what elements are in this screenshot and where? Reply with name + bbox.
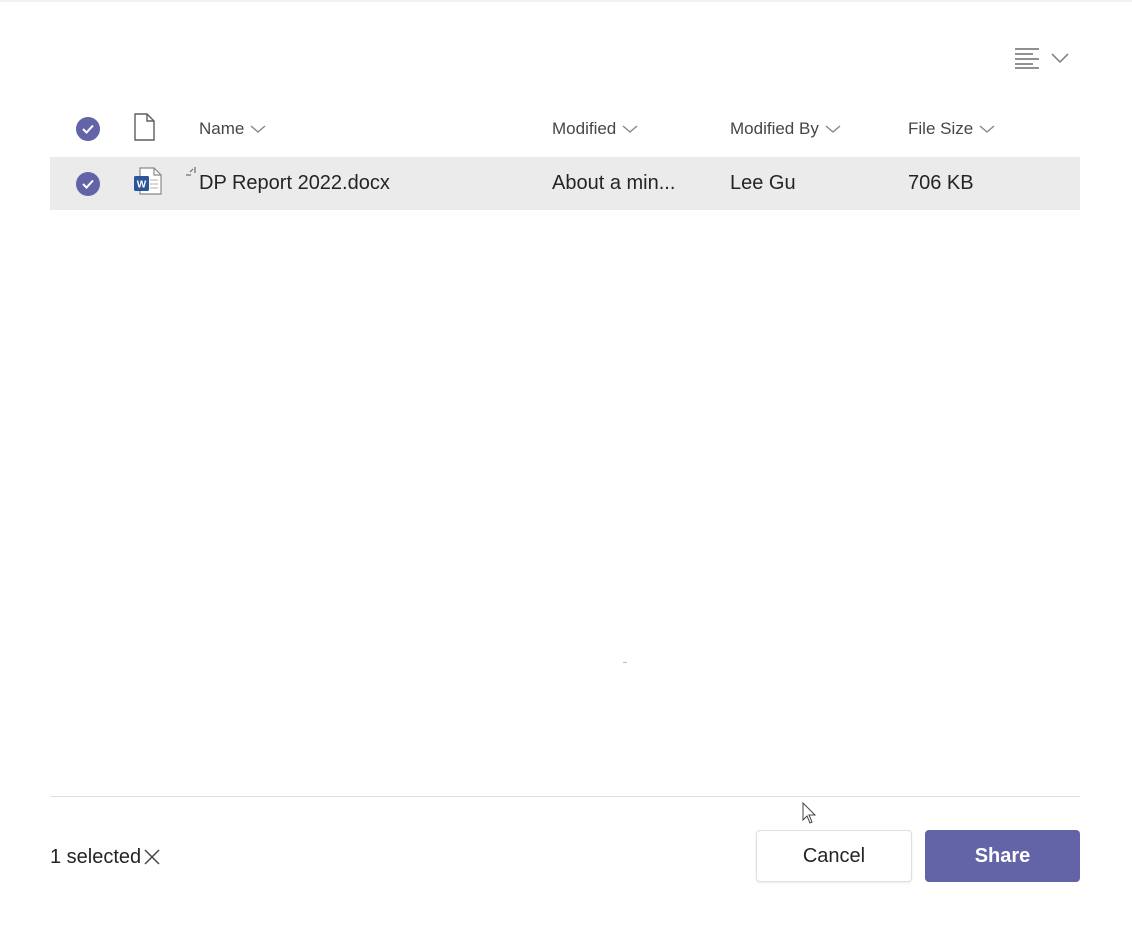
svg-text:W: W — [137, 179, 147, 190]
chevron-down-icon — [1050, 52, 1070, 64]
file-name-cell[interactable]: DP Report 2022.docx — [186, 157, 539, 210]
file-size-column-label: File Size — [908, 119, 974, 138]
modified-column-header[interactable]: Modified — [552, 104, 722, 154]
file-size-cell: 706 KB — [908, 157, 1068, 210]
share-file-dialog: Name Modified Modified By File Size W DP… — [0, 0, 1132, 936]
cancel-button-label: Cancel — [802, 844, 866, 867]
mouse-pointer-icon — [802, 801, 818, 831]
file-name: DP Report 2022.docx — [199, 172, 390, 194]
close-icon[interactable] — [143, 848, 161, 866]
check-circle-icon — [76, 117, 100, 141]
file-type-cell: W — [132, 157, 164, 210]
top-edge-divider — [0, 0, 1132, 2]
list-view-icon — [1014, 46, 1040, 70]
table-row[interactable]: W DP Report 2022.docx About a min... Lee… — [50, 157, 1080, 210]
modified-column-label: Modified — [552, 119, 617, 138]
check-circle-icon — [76, 171, 100, 196]
modified-by-value: Lee Gu — [730, 172, 796, 194]
chevron-down-icon — [819, 119, 841, 139]
name-column-header[interactable]: Name — [199, 104, 539, 154]
cancel-button[interactable]: Cancel — [756, 830, 912, 882]
file-type-column-header[interactable] — [132, 104, 164, 154]
share-button-label: Share — [974, 844, 1031, 867]
file-size-column-header[interactable]: File Size — [908, 104, 1068, 154]
name-column-label: Name — [199, 119, 245, 138]
modified-by-column-label: Modified By — [730, 119, 819, 138]
select-all-checkbox[interactable] — [76, 104, 108, 154]
selection-count-text: 1 selected — [50, 845, 142, 868]
row-select-checkbox[interactable] — [76, 157, 108, 210]
modified-by-cell: Lee Gu — [730, 157, 900, 210]
modified-value: About a min... — [552, 172, 676, 194]
chevron-down-icon — [244, 119, 266, 139]
chevron-down-icon — [973, 119, 995, 139]
selection-status: 1 selected — [50, 840, 161, 874]
new-item-spark-icon — [185, 162, 199, 185]
word-file-icon: W — [132, 166, 164, 202]
view-switcher-button[interactable] — [1014, 42, 1086, 74]
table-header: Name Modified Modified By File Size — [50, 104, 1080, 154]
chevron-down-icon — [616, 119, 638, 139]
stray-dot — [623, 662, 627, 663]
modified-by-column-header[interactable]: Modified By — [730, 104, 900, 154]
modified-cell: About a min... — [552, 157, 722, 210]
share-button[interactable]: Share — [925, 830, 1080, 882]
file-size-value: 706 KB — [908, 172, 974, 194]
document-icon — [132, 112, 156, 146]
footer-divider — [50, 796, 1080, 797]
